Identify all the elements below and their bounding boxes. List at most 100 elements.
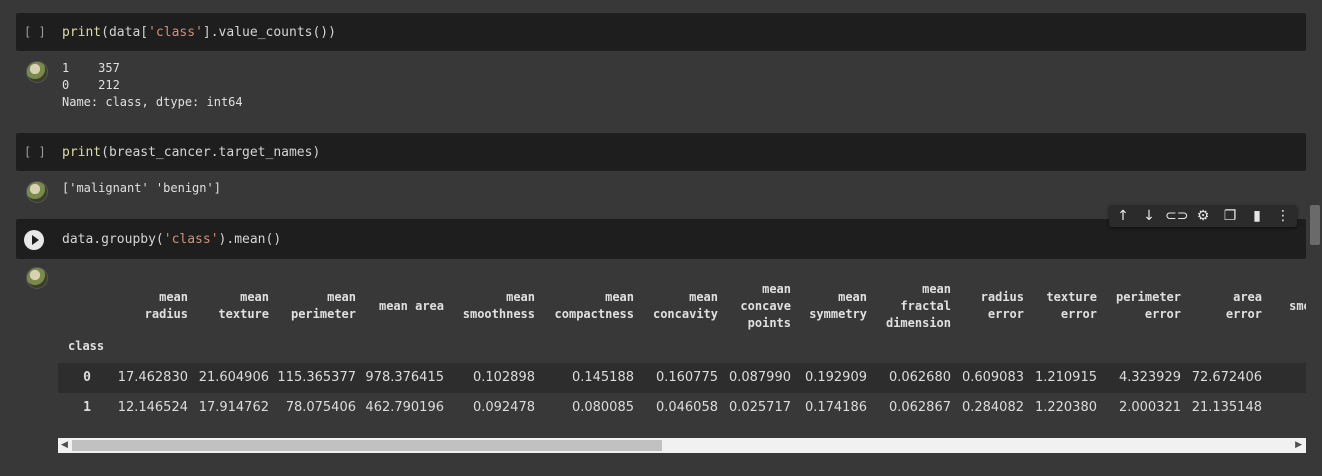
more-vert-icon[interactable]: ⋮: [1272, 205, 1294, 227]
column-header: mean compactness: [555, 289, 634, 323]
table-cell: 0.192909: [804, 370, 867, 385]
header-line: texture: [1046, 290, 1097, 304]
code-part: data.groupby(: [62, 232, 164, 247]
column-header: mean area: [379, 298, 444, 315]
header-line: fractal: [900, 298, 951, 313]
code-part: ).mean(): [218, 232, 282, 247]
link-icon[interactable]: ⊂⊃: [1165, 205, 1188, 227]
column-header: mean perimeter: [291, 289, 356, 323]
cell-toolbar: ↑ ↓ ⊂⊃ ⚙ ❐ ▮ ⋮: [1109, 205, 1297, 227]
code-string: 'class': [163, 232, 219, 247]
output-avatar-icon: [26, 181, 48, 203]
header-line: texture: [218, 307, 269, 321]
header-line: perimeter: [1115, 290, 1181, 304]
code-cell-value-counts[interactable]: [ ] print(data['class'].value_counts()): [16, 13, 1306, 51]
header-line: points: [747, 315, 791, 330]
cell-execution-count[interactable]: [ ]: [24, 25, 46, 39]
table-cell: 0.092478: [472, 400, 535, 415]
code-string: 'class': [148, 25, 203, 40]
table-cell: 1.220380: [1034, 400, 1097, 415]
table-cell: 0.609083: [961, 370, 1024, 385]
code-function: print: [62, 145, 102, 160]
table-row: 1 12.146524 17.914762 78.075406 462.790196 0.…: [58, 393, 1306, 423]
table-cell: 17.914762: [198, 400, 269, 415]
header-line: perimeter: [290, 307, 356, 321]
column-header: radius error: [981, 289, 1024, 323]
header-line: error: [987, 307, 1024, 321]
code-part: ].value_counts()): [202, 25, 336, 40]
output-line: Name: class, dtype: int64: [62, 95, 243, 109]
column-header: mean fractal dimension: [886, 281, 951, 332]
header-line: symmetry: [809, 307, 867, 321]
output-line: 1 357: [62, 61, 120, 75]
vertical-scrollbar-thumb[interactable]: [1310, 205, 1320, 245]
header-line: mean: [838, 290, 867, 304]
table-cell: 462.790196: [365, 400, 444, 415]
mirror-cell-icon[interactable]: ❐: [1219, 205, 1241, 227]
dataframe-output: mean radius mean texture mean perimeter mean a…: [58, 262, 1306, 438]
table-cell: 72.672406: [1191, 370, 1262, 385]
header-line: area: [1233, 290, 1262, 304]
trash-icon[interactable]: ▮: [1246, 205, 1268, 227]
table-cell: 17.462830: [117, 370, 188, 385]
arrow-down-icon[interactable]: ↓: [1138, 205, 1160, 227]
header-line: mean: [689, 290, 718, 304]
header-line: compactness: [554, 307, 634, 321]
table-cell: 21.604906: [198, 370, 269, 385]
column-header: mean concave points: [740, 281, 791, 332]
table-cell: 0.087990: [728, 370, 791, 385]
column-header: smoo: [1289, 298, 1306, 315]
table-cell: 0.102898: [472, 370, 535, 385]
column-header: mean smoothness: [463, 289, 535, 323]
header-line: radius: [144, 307, 188, 321]
table-cell: 78.075406: [285, 400, 356, 415]
header-line: smoo: [1289, 298, 1306, 313]
header-line: mean: [159, 290, 188, 304]
header-line: mean area: [378, 298, 444, 313]
run-cell-button[interactable]: [24, 230, 44, 250]
table-cell: 4.323929: [1118, 370, 1181, 385]
table-cell: 0.025717: [728, 400, 791, 415]
arrow-up-icon[interactable]: ↑: [1112, 205, 1134, 227]
table-cell: 0.062867: [888, 400, 951, 415]
header-line: error: [1060, 307, 1097, 321]
header-line: mean: [240, 290, 269, 304]
header-line: error: [1225, 307, 1262, 321]
row-index: 0: [83, 370, 91, 385]
column-header: mean texture: [218, 289, 269, 323]
header-line: concavity: [652, 307, 718, 321]
table-cell: 0.174186: [804, 400, 867, 415]
cell-code[interactable]: data.groupby('class').mean(): [62, 232, 281, 247]
table-cell: 0.062680: [888, 370, 951, 385]
table-cell: 2.000321: [1118, 400, 1181, 415]
scrollbar-thumb[interactable]: [72, 440, 662, 451]
column-header: texture error: [1046, 289, 1097, 323]
table-cell: 0.046058: [655, 400, 718, 415]
table-cell: 1.210915: [1034, 370, 1097, 385]
header-line: mean: [506, 290, 535, 304]
header-line: concave: [740, 298, 791, 313]
column-header: area error: [1226, 289, 1262, 323]
code-part: (data[: [101, 25, 149, 40]
cell-execution-count[interactable]: [ ]: [24, 145, 46, 159]
header-line: mean: [762, 281, 791, 296]
column-header: mean symmetry: [809, 289, 867, 323]
cell-code[interactable]: print(data['class'].value_counts()): [62, 25, 336, 40]
table-cell: 0.284082: [961, 400, 1024, 415]
scroll-left-icon[interactable]: ◀: [61, 440, 68, 450]
cell-code[interactable]: print(breast_cancer.target_names): [62, 145, 320, 160]
table-row: 0 17.462830 21.604906 115.365377 978.376415 0…: [58, 363, 1306, 393]
scroll-right-icon[interactable]: ▶: [1295, 440, 1302, 450]
gear-icon[interactable]: ⚙: [1192, 205, 1214, 227]
header-line: mean: [327, 290, 356, 304]
code-cell-target-names[interactable]: [ ] print(breast_cancer.target_names): [16, 133, 1306, 171]
code-function: print: [62, 25, 102, 40]
header-line: smoothness: [462, 307, 535, 321]
code-part: (breast_cancer.target_names): [101, 145, 321, 160]
output-avatar-icon: [26, 61, 48, 83]
header-line: error: [1144, 307, 1181, 321]
table-cell: 0.145188: [571, 370, 634, 385]
table-cell: 21.135148: [1191, 400, 1262, 415]
horizontal-scrollbar[interactable]: ◀ ▶: [58, 438, 1306, 453]
header-line: mean: [922, 281, 951, 296]
